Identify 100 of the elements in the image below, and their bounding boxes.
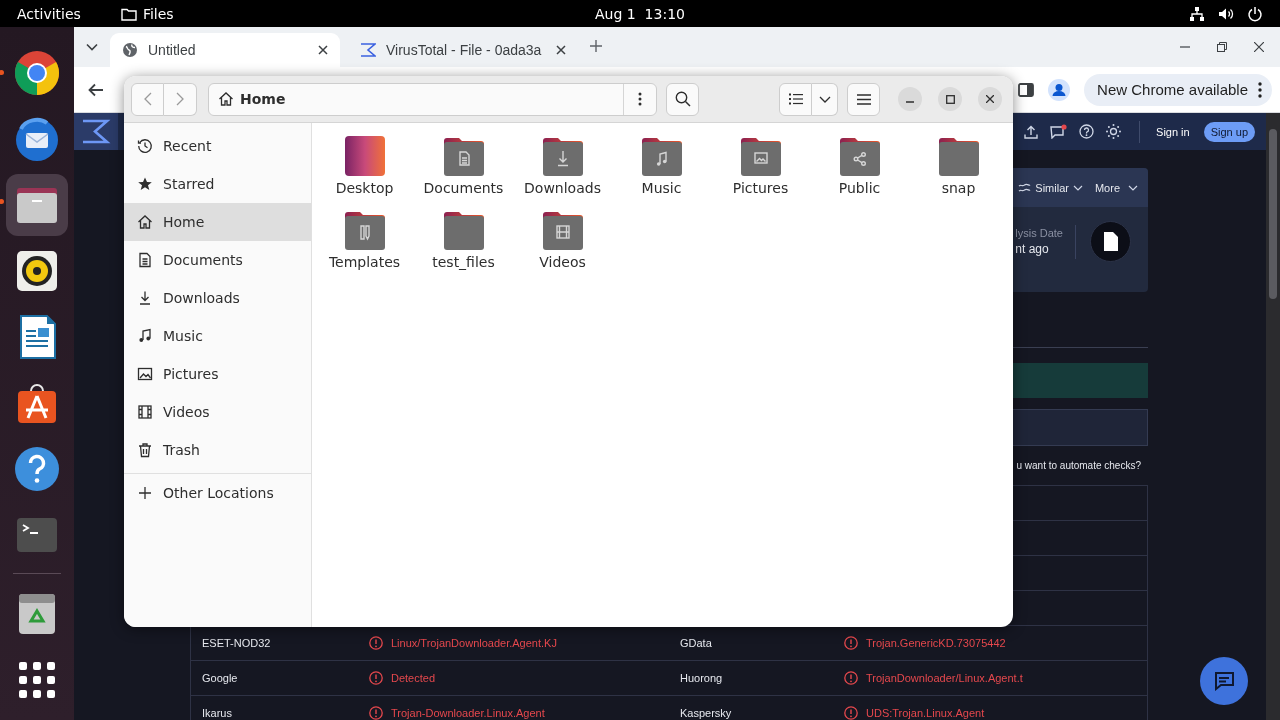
sidebar-item[interactable]: Downloads	[124, 279, 311, 317]
help-icon[interactable]	[1079, 124, 1095, 139]
folder-item[interactable]: Public	[810, 132, 909, 206]
clock[interactable]: Aug 1 13:10	[595, 5, 685, 22]
trash-icon	[137, 442, 153, 458]
theme-toggle-icon[interactable]	[1106, 124, 1122, 139]
chat-icon	[1213, 671, 1235, 691]
engine-name: GData	[679, 637, 713, 649]
chat-button[interactable]	[1200, 657, 1248, 705]
sidebar-item[interactable]: Trash	[124, 431, 311, 469]
network-icon[interactable]	[1189, 5, 1205, 22]
folder-item[interactable]: snap	[909, 132, 1008, 206]
app-menu[interactable]: Files	[120, 5, 174, 22]
maximize-button[interactable]	[938, 87, 962, 111]
side-panel-icon[interactable]	[1018, 82, 1035, 97]
chevron-down-icon	[1072, 184, 1083, 191]
search-icon	[674, 91, 691, 107]
activities-button[interactable]: Activities	[17, 5, 81, 22]
date-label: lysis Date	[1015, 227, 1063, 239]
alert-icon	[369, 636, 383, 650]
similar-icon	[1018, 182, 1032, 193]
sidebar-item[interactable]: Videos	[124, 393, 311, 431]
minimize-button[interactable]	[898, 87, 922, 111]
download-icon	[137, 290, 153, 306]
chevron-left-icon	[143, 92, 152, 106]
folder-item[interactable]: Music	[612, 132, 711, 206]
alert-icon	[369, 671, 383, 685]
similar-menu[interactable]: Similar	[1018, 181, 1083, 194]
browser-tab[interactable]: Untitled	[110, 33, 340, 67]
update-button[interactable]: New Chrome available	[1084, 73, 1272, 106]
restore-icon[interactable]	[1217, 42, 1227, 52]
browser-icon	[13, 49, 61, 97]
music-note-icon	[137, 328, 153, 344]
film-icon	[137, 404, 153, 420]
sidebar-item[interactable]: Home	[124, 203, 311, 241]
alert-icon	[844, 671, 858, 685]
close-button[interactable]	[978, 87, 1002, 111]
scroll-thumb[interactable]	[1269, 129, 1277, 299]
engine-name: Ikarus	[201, 707, 233, 719]
upload-icon[interactable]	[1024, 124, 1039, 139]
more-menu[interactable]: More	[1094, 181, 1138, 194]
engine-name: Huorong	[679, 672, 724, 684]
engine-name: Google	[201, 672, 239, 684]
home-icon	[137, 214, 153, 230]
list-view-button[interactable]	[779, 82, 812, 116]
star-icon	[137, 176, 153, 192]
folder-item[interactable]: Pictures	[711, 132, 810, 206]
sigma-logo-icon[interactable]	[74, 113, 118, 150]
chevron-down-icon[interactable]	[86, 43, 98, 51]
plus-icon[interactable]	[590, 40, 602, 52]
home-icon	[218, 91, 234, 107]
image-icon	[137, 366, 153, 382]
close-icon[interactable]	[556, 45, 566, 55]
folder-item[interactable]: Documents	[414, 132, 513, 206]
list-icon	[788, 93, 803, 105]
search-button[interactable]	[666, 82, 699, 116]
browser-tab[interactable]: VirusTotal - File - 0ada3a	[348, 33, 578, 67]
alert-icon	[844, 706, 858, 720]
sigma-logo-icon	[360, 42, 376, 58]
close-icon[interactable]	[1254, 42, 1264, 52]
location-label: Home	[240, 91, 287, 107]
path-bar[interactable]: Home	[208, 82, 657, 116]
folder-item[interactable]: Downloads	[513, 132, 612, 206]
file-type-icon	[1090, 221, 1131, 262]
date-value: nt ago	[1015, 242, 1050, 256]
menu-icon	[856, 93, 871, 105]
sign-up-button[interactable]: Sign up	[1203, 121, 1255, 142]
document-icon	[137, 252, 153, 268]
engine-name: ESET-NOD32	[201, 637, 272, 649]
folder-item[interactable]: Templates	[315, 206, 414, 280]
sidebar-item[interactable]: Starred	[124, 165, 311, 203]
sidebar-item[interactable]: Pictures	[124, 355, 311, 393]
sidebar-item[interactable]: Documents	[124, 241, 311, 279]
tab-title: Untitled	[148, 42, 197, 58]
scrollbar[interactable]	[1266, 113, 1280, 720]
sign-in-link[interactable]: Sign in	[1156, 125, 1190, 138]
chat-notification-icon[interactable]	[1050, 124, 1068, 139]
sidebar-item[interactable]: Recent	[124, 127, 311, 165]
power-icon[interactable]	[1247, 5, 1263, 22]
folder-icon	[120, 6, 137, 21]
profile-icon[interactable]	[1048, 78, 1071, 101]
sidebar-item[interactable]: Other Locations	[124, 474, 311, 512]
sidebar-item[interactable]: Music	[124, 317, 311, 355]
maximize-icon	[945, 94, 955, 104]
chevron-down-icon	[818, 95, 831, 103]
plus-icon	[137, 485, 153, 501]
mail-app-icon	[13, 115, 61, 163]
detection-result: UDS:Trojan.Linux.Agent	[866, 707, 985, 719]
close-icon[interactable]	[318, 45, 328, 55]
folder-item[interactable]: Videos	[513, 206, 612, 280]
folder-item[interactable]: test_files	[414, 206, 513, 280]
alert-icon	[844, 636, 858, 650]
clock-icon	[137, 138, 153, 154]
globe-icon	[122, 42, 138, 58]
back-arrow-icon[interactable]	[88, 82, 104, 97]
main-menu-button[interactable]	[847, 82, 880, 116]
detection-result: Detected	[391, 672, 436, 684]
automation-prompt: u want to automate checks?	[1015, 459, 1142, 473]
engine-name: Kaspersky	[679, 707, 733, 719]
folder-item[interactable]: Desktop	[315, 132, 414, 206]
